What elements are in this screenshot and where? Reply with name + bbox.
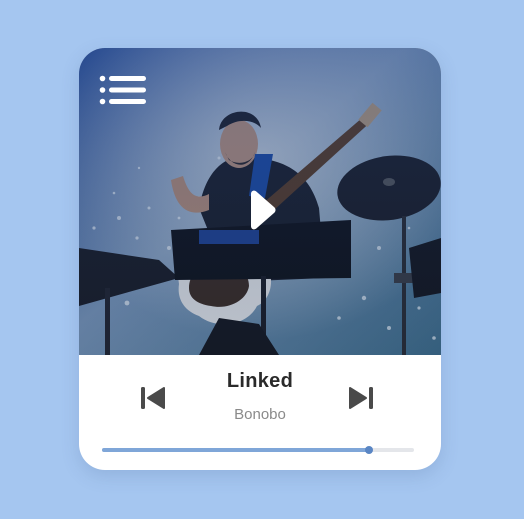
skip-next-icon: [349, 387, 373, 409]
previous-track-button[interactable]: [139, 385, 167, 411]
progress-thumb[interactable]: [364, 446, 373, 454]
track-title: Linked: [226, 370, 294, 392]
track-artist: Bonobo: [234, 406, 286, 423]
next-track-button[interactable]: [347, 385, 375, 411]
album-artwork: [79, 48, 441, 355]
menu-button[interactable]: [99, 75, 147, 105]
menu-list-icon: [99, 75, 146, 105]
music-player-card: Linked Bonobo: [79, 48, 441, 470]
progress-fill: [102, 448, 369, 452]
progress-slider[interactable]: [102, 443, 414, 457]
play-button[interactable]: [243, 188, 279, 232]
playback-controls: Linked Bonobo: [79, 355, 441, 470]
skip-previous-icon: [141, 387, 165, 409]
play-icon: [251, 190, 276, 230]
